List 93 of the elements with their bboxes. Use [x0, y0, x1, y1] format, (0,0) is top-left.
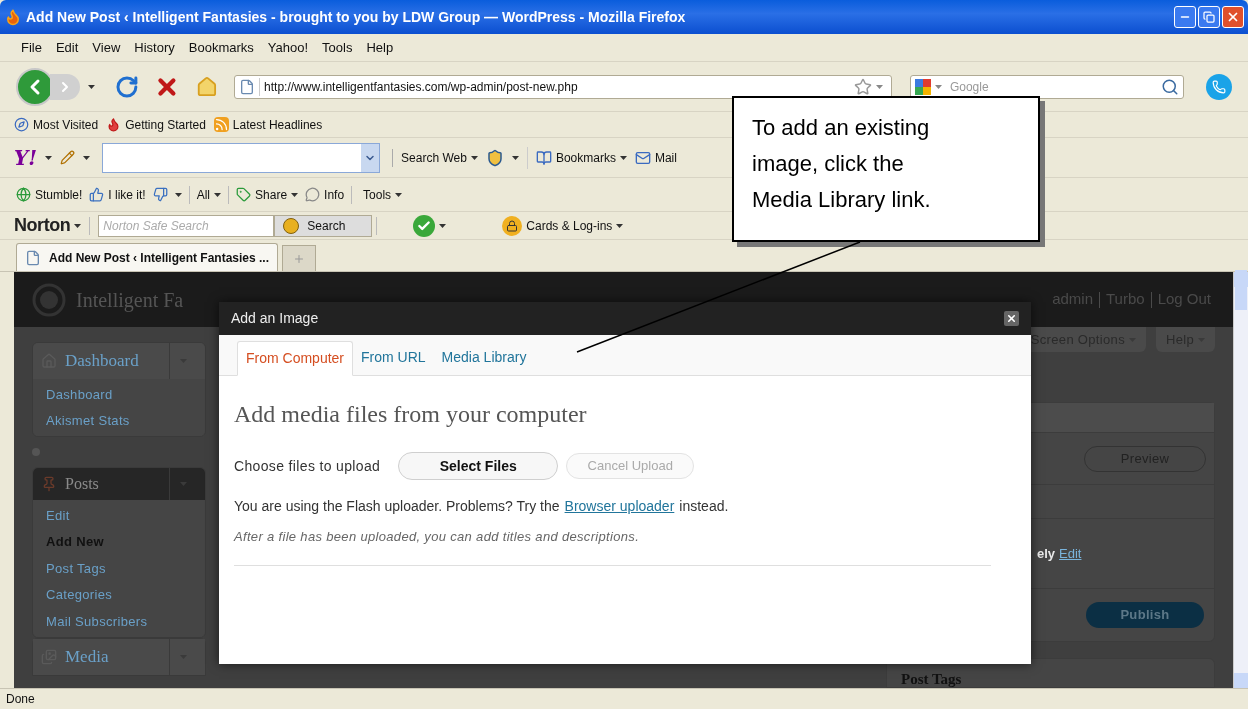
upload-label: Choose files to upload [234, 456, 381, 476]
caret-icon [470, 155, 478, 160]
status-text: Done [6, 691, 35, 708]
pencil-icon[interactable] [60, 150, 76, 165]
window-title: Add New Post ‹ Intelligent Fantasies - brought to you by LDW Group — WordPress - Mozilla Firefox [26, 7, 686, 27]
address-field[interactable]: http://www.intelligentfantasies.com/wp-admin/post-new.php [234, 74, 892, 99]
menu-item[interactable]: Help [366, 37, 394, 58]
all-button[interactable]: All [196, 185, 222, 204]
search-icon[interactable] [1161, 77, 1180, 96]
norton-logo[interactable]: Norton [14, 212, 82, 239]
dialog-tab[interactable]: From URL [353, 340, 434, 375]
dialog-tab[interactable]: From Computer [237, 341, 354, 376]
menu-item[interactable]: View [92, 37, 121, 58]
select-files-button[interactable]: Select Files [398, 452, 559, 480]
reload-icon[interactable] [114, 74, 139, 99]
close-icon [1226, 10, 1240, 24]
info-button[interactable]: Info [305, 185, 345, 204]
caret-icon [934, 84, 942, 89]
menu-item[interactable]: Bookmarks [188, 37, 254, 58]
phone-icon[interactable] [1206, 73, 1232, 100]
menu-item[interactable]: History [134, 37, 175, 58]
restore-button[interactable] [1198, 6, 1220, 28]
caret-icon [616, 223, 624, 228]
norton-search-button[interactable]: Search [274, 214, 373, 237]
callout-text: To add an existing image, click the Media Library link. [752, 114, 932, 214]
pin-icon [41, 476, 57, 492]
page-icon [25, 249, 41, 266]
logo-icon [32, 282, 66, 317]
lock-icon [502, 215, 523, 236]
status-text: ely [1037, 544, 1056, 563]
menu-item[interactable]: Edit [55, 37, 79, 58]
thumbs-up-icon [89, 187, 105, 202]
speech-bubble-icon [305, 187, 321, 202]
caret-icon [291, 192, 299, 197]
caret-icon [45, 155, 53, 160]
browser-uploader-link[interactable]: Browser uploader [564, 496, 675, 517]
coin-icon [283, 217, 300, 234]
compass-icon [14, 117, 29, 132]
close-button[interactable] [1004, 311, 1019, 326]
plus-icon [293, 252, 306, 265]
caret-icon [875, 84, 883, 89]
mail-icon [634, 149, 651, 166]
globe-icon [16, 187, 31, 202]
edit-link[interactable]: Edit [1059, 543, 1082, 564]
tools-button[interactable]: Tools [363, 185, 403, 204]
site-title: Intelligent Fa [76, 287, 184, 314]
caret-icon [439, 223, 447, 228]
caret-icon [511, 155, 519, 160]
close-icon [1006, 313, 1017, 324]
browser-tab[interactable]: Add New Post ‹ Intelligent Fantasies ... [16, 243, 279, 271]
caret-icon [619, 155, 627, 160]
rss-icon [213, 117, 229, 132]
menu-link[interactable]: Post Tags [33, 555, 205, 582]
caret-icon [174, 192, 182, 197]
search-engine-icon [914, 78, 931, 95]
like-button[interactable]: I like it! [89, 185, 146, 204]
caret-icon [395, 192, 403, 197]
dialog-heading: Add media files from your computer [234, 400, 588, 429]
thumbs-down-icon[interactable] [152, 187, 168, 202]
tag-icon [236, 187, 252, 202]
yahoo-logo[interactable]: Y! [14, 142, 38, 173]
close-button[interactable] [1222, 6, 1244, 28]
caret-icon [74, 223, 82, 228]
caret-icon [83, 155, 91, 160]
shield-icon[interactable] [485, 148, 504, 167]
restore-icon [1203, 11, 1215, 23]
bookmark-link[interactable]: Getting Started [125, 115, 206, 134]
menu-header[interactable]: Posts [33, 468, 205, 500]
mail-button[interactable]: Mail [634, 148, 677, 167]
bookmark-link[interactable]: Latest Headlines [232, 115, 323, 134]
book-icon [535, 149, 552, 166]
search-web-button[interactable]: Search Web [401, 148, 478, 167]
cards-button[interactable]: Cards & Log-ins [502, 215, 624, 236]
yahoo-search-field[interactable] [102, 142, 381, 173]
bookmark-link[interactable]: Most Visited [33, 115, 99, 134]
menu-item[interactable]: Yahoo! [267, 37, 309, 58]
forward-button[interactable] [49, 73, 80, 100]
menu-item[interactable]: Tools [322, 37, 353, 58]
bookmarks-button[interactable]: Bookmarks [535, 148, 627, 167]
share-button[interactable]: Share [236, 185, 299, 204]
minimize-button[interactable] [1174, 6, 1196, 28]
flash-note-end: instead. [679, 497, 729, 516]
dialog-title: Add an Image [231, 309, 319, 328]
caret-icon [214, 192, 222, 197]
caret-icon [87, 84, 95, 89]
stumble-button[interactable]: Stumble! [16, 185, 83, 204]
page-icon [239, 78, 256, 95]
star-icon [853, 77, 872, 96]
menu-item[interactable]: File [21, 37, 42, 58]
dialog-tab[interactable]: Media Library [433, 340, 535, 375]
check-icon[interactable] [413, 214, 436, 237]
upload-hint: After a file has been uploaded, you can add titles and descriptions. [234, 528, 641, 546]
flash-note: You are using the Flash uploader. Problems? Try the [234, 497, 560, 516]
